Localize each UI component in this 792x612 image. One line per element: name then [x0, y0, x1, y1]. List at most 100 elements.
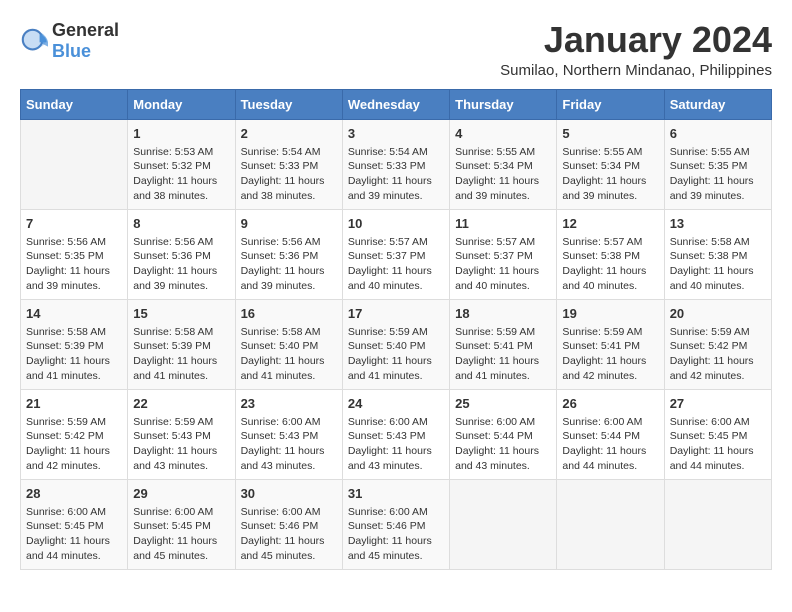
day-number: 14 [26, 305, 122, 323]
day-info: Sunrise: 6:00 AM Sunset: 5:45 PM Dayligh… [670, 415, 766, 474]
calendar-header: Sunday Monday Tuesday Wednesday Thursday… [21, 89, 772, 119]
calendar-cell: 17 Sunrise: 5:59 AM Sunset: 5:40 PM Dayli… [342, 299, 449, 389]
calendar-week-2: 7Sunrise: 5:56 AM Sunset: 5:35 PM Daylig… [21, 209, 772, 299]
day-number: 19 [562, 305, 658, 323]
day-number: 24 [348, 395, 444, 413]
day-number: 1 [133, 125, 229, 143]
day-number: 28 [26, 485, 122, 503]
calendar-cell: 26Sunrise: 6:00 AM Sunset: 5:44 PM Dayli… [557, 389, 664, 479]
header-saturday: Saturday [664, 89, 771, 119]
day-info: Sunrise: 5:56 AM Sunset: 5:35 PM Dayligh… [26, 235, 122, 294]
day-info: Sunrise: 5:59 AM Sunset: 5:43 PM Dayligh… [133, 415, 229, 474]
logo: General Blue [20, 20, 119, 62]
calendar-week-3: 14 Sunrise: 5:58 AM Sunset: 5:39 PM Dayli… [21, 299, 772, 389]
calendar-cell: 3 Sunrise: 5:54 AM Sunset: 5:33 PM Daylig… [342, 119, 449, 209]
day-number: 20 [670, 305, 766, 323]
calendar-cell: 16 Sunrise: 5:58 AM Sunset: 5:40 PM Dayli… [235, 299, 342, 389]
day-info: Sunrise: 5:56 AM Sunset: 5:36 PM Dayligh… [241, 235, 337, 294]
header-thursday: Thursday [450, 89, 557, 119]
calendar-cell: 19 Sunrise: 5:59 AM Sunset: 5:41 PM Dayli… [557, 299, 664, 389]
header-tuesday: Tuesday [235, 89, 342, 119]
calendar-body: 1 Sunrise: 5:53 AM Sunset: 5:32 PM Daylig… [21, 119, 772, 569]
header-monday: Monday [128, 89, 235, 119]
calendar-cell: 12Sunrise: 5:57 AM Sunset: 5:38 PM Dayli… [557, 209, 664, 299]
day-number: 18 [455, 305, 551, 323]
logo-icon [20, 27, 48, 55]
day-info: Sunrise: 6:00 AM Sunset: 5:46 PM Dayligh… [241, 505, 337, 564]
calendar-cell: 20 Sunrise: 5:59 AM Sunset: 5:42 PM Dayli… [664, 299, 771, 389]
day-info: Sunrise: 6:00 AM Sunset: 5:44 PM Dayligh… [562, 415, 658, 474]
calendar-cell: 13 Sunrise: 5:58 AM Sunset: 5:38 PM Dayli… [664, 209, 771, 299]
day-info: Sunrise: 5:59 AM Sunset: 5:40 PM Dayligh… [348, 325, 444, 384]
header-friday: Friday [557, 89, 664, 119]
calendar-week-1: 1 Sunrise: 5:53 AM Sunset: 5:32 PM Daylig… [21, 119, 772, 209]
day-info: Sunrise: 6:00 AM Sunset: 5:43 PM Dayligh… [241, 415, 337, 474]
day-info: Sunrise: 5:53 AM Sunset: 5:32 PM Dayligh… [133, 145, 229, 204]
calendar-week-4: 21Sunrise: 5:59 AM Sunset: 5:42 PM Dayli… [21, 389, 772, 479]
day-number: 27 [670, 395, 766, 413]
header-sunday: Sunday [21, 89, 128, 119]
calendar-cell: 11Sunrise: 5:57 AM Sunset: 5:37 PM Dayli… [450, 209, 557, 299]
calendar-cell: 18 Sunrise: 5:59 AM Sunset: 5:41 PM Dayli… [450, 299, 557, 389]
day-number: 9 [241, 215, 337, 233]
logo-general-text: General [52, 20, 119, 41]
calendar-cell: 6 Sunrise: 5:55 AM Sunset: 5:35 PM Daylig… [664, 119, 771, 209]
day-info: Sunrise: 6:00 AM Sunset: 5:45 PM Dayligh… [26, 505, 122, 564]
day-info: Sunrise: 5:59 AM Sunset: 5:41 PM Dayligh… [455, 325, 551, 384]
day-number: 23 [241, 395, 337, 413]
calendar-cell [450, 479, 557, 569]
calendar-cell: 23 Sunrise: 6:00 AM Sunset: 5:43 PM Dayli… [235, 389, 342, 479]
calendar-cell: 9 Sunrise: 5:56 AM Sunset: 5:36 PM Daylig… [235, 209, 342, 299]
calendar-subtitle: Sumilao, Northern Mindanao, Philippines [500, 62, 772, 79]
day-info: Sunrise: 5:58 AM Sunset: 5:38 PM Dayligh… [670, 235, 766, 294]
day-info: Sunrise: 5:55 AM Sunset: 5:35 PM Dayligh… [670, 145, 766, 204]
day-number: 13 [670, 215, 766, 233]
day-number: 11 [455, 215, 551, 233]
day-info: Sunrise: 6:00 AM Sunset: 5:45 PM Dayligh… [133, 505, 229, 564]
day-number: 5 [562, 125, 658, 143]
calendar-cell: 5 Sunrise: 5:55 AM Sunset: 5:34 PM Daylig… [557, 119, 664, 209]
calendar-cell: 21Sunrise: 5:59 AM Sunset: 5:42 PM Dayli… [21, 389, 128, 479]
day-number: 21 [26, 395, 122, 413]
calendar-week-5: 28 Sunrise: 6:00 AM Sunset: 5:45 PM Dayli… [21, 479, 772, 569]
calendar-cell: 25Sunrise: 6:00 AM Sunset: 5:44 PM Dayli… [450, 389, 557, 479]
day-info: Sunrise: 5:57 AM Sunset: 5:37 PM Dayligh… [348, 235, 444, 294]
day-number: 3 [348, 125, 444, 143]
calendar-cell: 27 Sunrise: 6:00 AM Sunset: 5:45 PM Dayli… [664, 389, 771, 479]
day-info: Sunrise: 5:58 AM Sunset: 5:39 PM Dayligh… [26, 325, 122, 384]
day-number: 16 [241, 305, 337, 323]
calendar-cell: 31Sunrise: 6:00 AM Sunset: 5:46 PM Dayli… [342, 479, 449, 569]
calendar-cell [21, 119, 128, 209]
logo-blue-text: Blue [52, 41, 91, 61]
day-number: 10 [348, 215, 444, 233]
calendar-cell: 28 Sunrise: 6:00 AM Sunset: 5:45 PM Dayli… [21, 479, 128, 569]
calendar-title: January 2024 [500, 20, 772, 60]
day-info: Sunrise: 5:54 AM Sunset: 5:33 PM Dayligh… [348, 145, 444, 204]
calendar-cell: 30Sunrise: 6:00 AM Sunset: 5:46 PM Dayli… [235, 479, 342, 569]
page-header: General Blue January 2024 Sumilao, North… [20, 20, 772, 79]
day-number: 15 [133, 305, 229, 323]
day-info: Sunrise: 6:00 AM Sunset: 5:46 PM Dayligh… [348, 505, 444, 564]
day-number: 6 [670, 125, 766, 143]
day-info: Sunrise: 5:54 AM Sunset: 5:33 PM Dayligh… [241, 145, 337, 204]
calendar-cell: 8Sunrise: 5:56 AM Sunset: 5:36 PM Daylig… [128, 209, 235, 299]
day-info: Sunrise: 5:59 AM Sunset: 5:42 PM Dayligh… [670, 325, 766, 384]
calendar-cell: 24Sunrise: 6:00 AM Sunset: 5:43 PM Dayli… [342, 389, 449, 479]
day-number: 17 [348, 305, 444, 323]
header-row: Sunday Monday Tuesday Wednesday Thursday… [21, 89, 772, 119]
day-info: Sunrise: 5:59 AM Sunset: 5:41 PM Dayligh… [562, 325, 658, 384]
calendar-cell [557, 479, 664, 569]
day-number: 22 [133, 395, 229, 413]
calendar-cell: 29Sunrise: 6:00 AM Sunset: 5:45 PM Dayli… [128, 479, 235, 569]
day-info: Sunrise: 5:58 AM Sunset: 5:40 PM Dayligh… [241, 325, 337, 384]
calendar-cell: 10 Sunrise: 5:57 AM Sunset: 5:37 PM Dayli… [342, 209, 449, 299]
header-wednesday: Wednesday [342, 89, 449, 119]
calendar-cell: 14 Sunrise: 5:58 AM Sunset: 5:39 PM Dayli… [21, 299, 128, 389]
calendar-cell: 7Sunrise: 5:56 AM Sunset: 5:35 PM Daylig… [21, 209, 128, 299]
day-info: Sunrise: 5:57 AM Sunset: 5:38 PM Dayligh… [562, 235, 658, 294]
calendar-table: Sunday Monday Tuesday Wednesday Thursday… [20, 89, 772, 570]
calendar-cell: 2Sunrise: 5:54 AM Sunset: 5:33 PM Daylig… [235, 119, 342, 209]
day-number: 4 [455, 125, 551, 143]
day-info: Sunrise: 5:55 AM Sunset: 5:34 PM Dayligh… [562, 145, 658, 204]
day-number: 25 [455, 395, 551, 413]
